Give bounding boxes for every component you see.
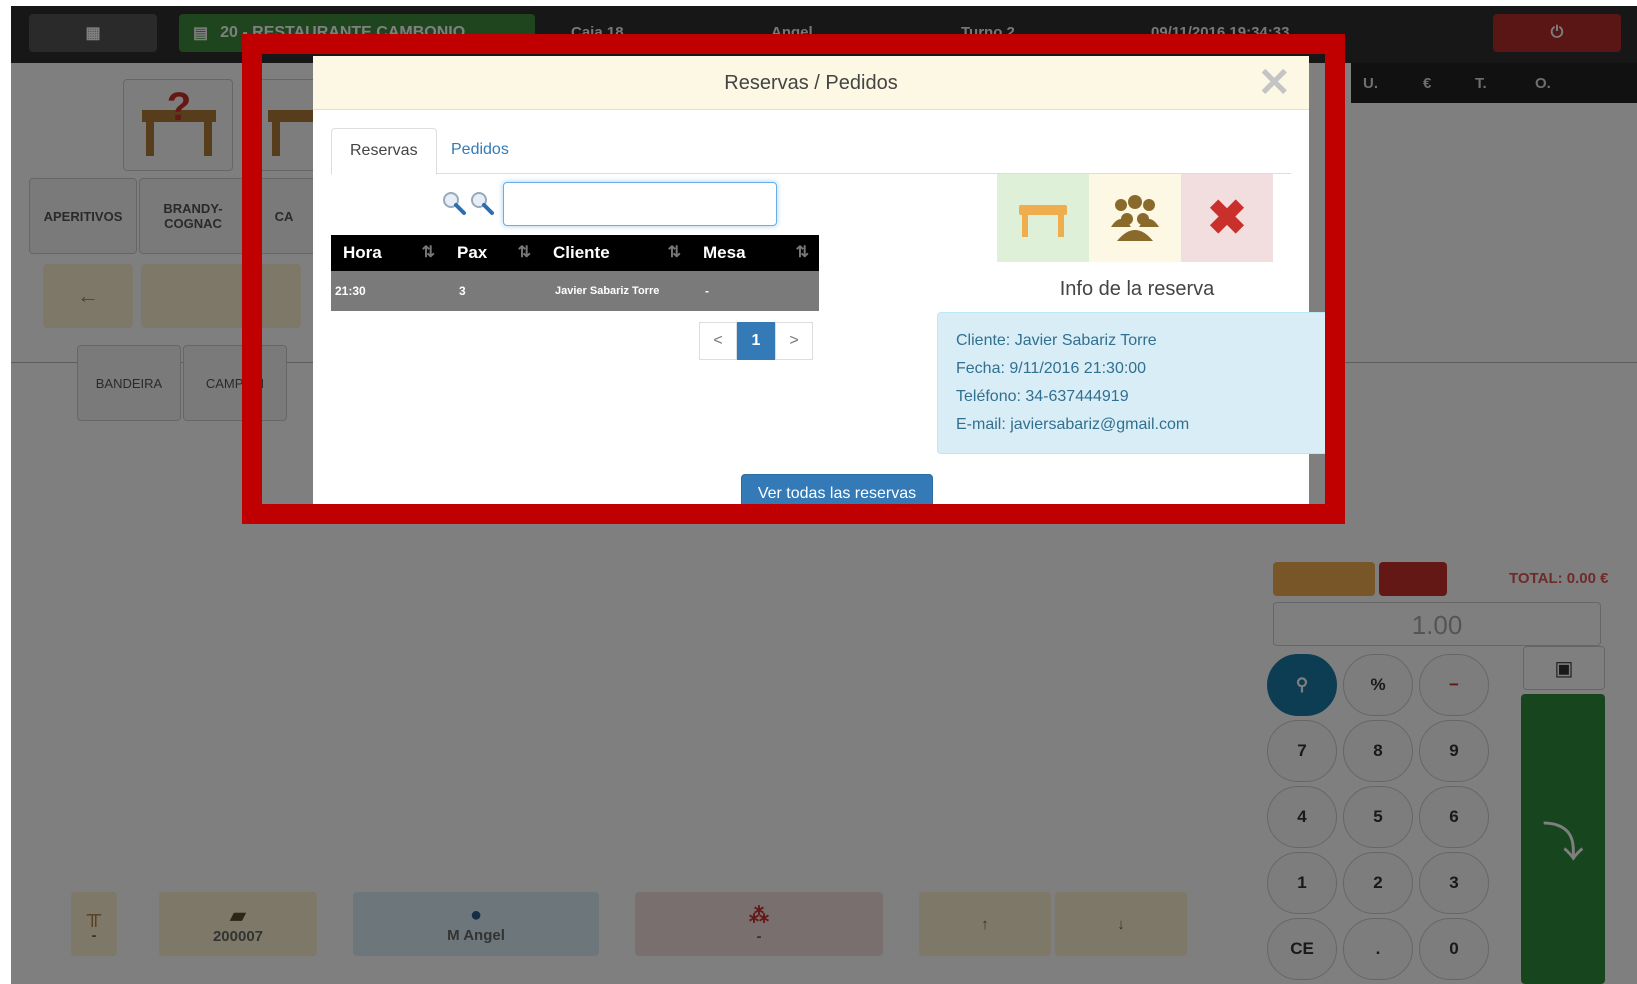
info-email: E-mail: javiersabariz@gmail.com (956, 416, 1190, 433)
search-icon (443, 192, 494, 215)
cancel-reserva-button[interactable]: ✖ (1181, 174, 1273, 262)
modal-title: Reservas / Pedidos (724, 72, 898, 94)
sort-icon: ⇅ (421, 244, 435, 261)
modal-tabs: Reservas Pedidos (331, 128, 1291, 175)
info-cliente: Cliente: Javier Sabariz Torre (956, 332, 1157, 349)
pagination-next[interactable]: > (775, 322, 813, 360)
pagination-page-1[interactable]: 1 (737, 322, 775, 360)
header-cliente[interactable]: Cliente ⇅ (541, 235, 691, 271)
people-button[interactable] (1089, 174, 1181, 262)
search-input[interactable] (503, 182, 777, 226)
pagination-prev[interactable]: < (699, 322, 737, 360)
header-pax[interactable]: Pax ⇅ (445, 235, 541, 271)
assign-table-button[interactable] (997, 174, 1089, 262)
pos-app: ▦ ▤20 - RESTAURANTE CAMBONIO Caja 18 Ang… (11, 6, 1637, 984)
info-title: Info de la reserva (1059, 278, 1215, 300)
table-row[interactable]: 21:30 3 Javier Sabariz Torre - (331, 271, 819, 311)
sort-icon: ⇅ (517, 244, 531, 261)
reservas-table: Hora ⇅ Pax ⇅ Cliente ⇅ Mesa ⇅ 21:30 3 Javier… (331, 235, 819, 311)
tab-reservas[interactable]: Reservas (331, 128, 437, 175)
close-icon[interactable]: ✕ (1257, 60, 1291, 106)
table-icon (1019, 205, 1067, 237)
header-mesa[interactable]: Mesa ⇅ (691, 235, 819, 271)
search-icons (441, 190, 497, 222)
ver-todas-button[interactable]: Ver todas las reservas (741, 474, 933, 514)
modal-header: Reservas / Pedidos ✕ (313, 56, 1309, 110)
cell-mesa: - (691, 271, 819, 311)
pagination: < 1 > (699, 322, 813, 360)
cell-pax: 3 (445, 271, 541, 311)
tab-pedidos[interactable]: Pedidos (433, 128, 527, 174)
cell-cliente: Javier Sabariz Torre (541, 271, 691, 311)
info-panel: Cliente: Javier Sabariz Torre Fecha: 9/1… (937, 312, 1339, 454)
reserva-actions: ✖ (997, 174, 1273, 262)
sort-icon: ⇅ (795, 244, 809, 261)
cell-hora: 21:30 (331, 271, 445, 311)
header-hora[interactable]: Hora ⇅ (331, 235, 445, 271)
info-fecha: Fecha: 9/11/2016 21:30:00 (956, 360, 1147, 377)
close-icon: ✖ (1206, 192, 1248, 245)
sort-icon: ⇅ (667, 244, 681, 261)
group-icon (1111, 195, 1159, 241)
reservas-modal: Reservas / Pedidos ✕ Reservas Pedidos Ho… (313, 56, 1339, 522)
info-telefono: Teléfono: 34-637444919 (956, 388, 1129, 405)
